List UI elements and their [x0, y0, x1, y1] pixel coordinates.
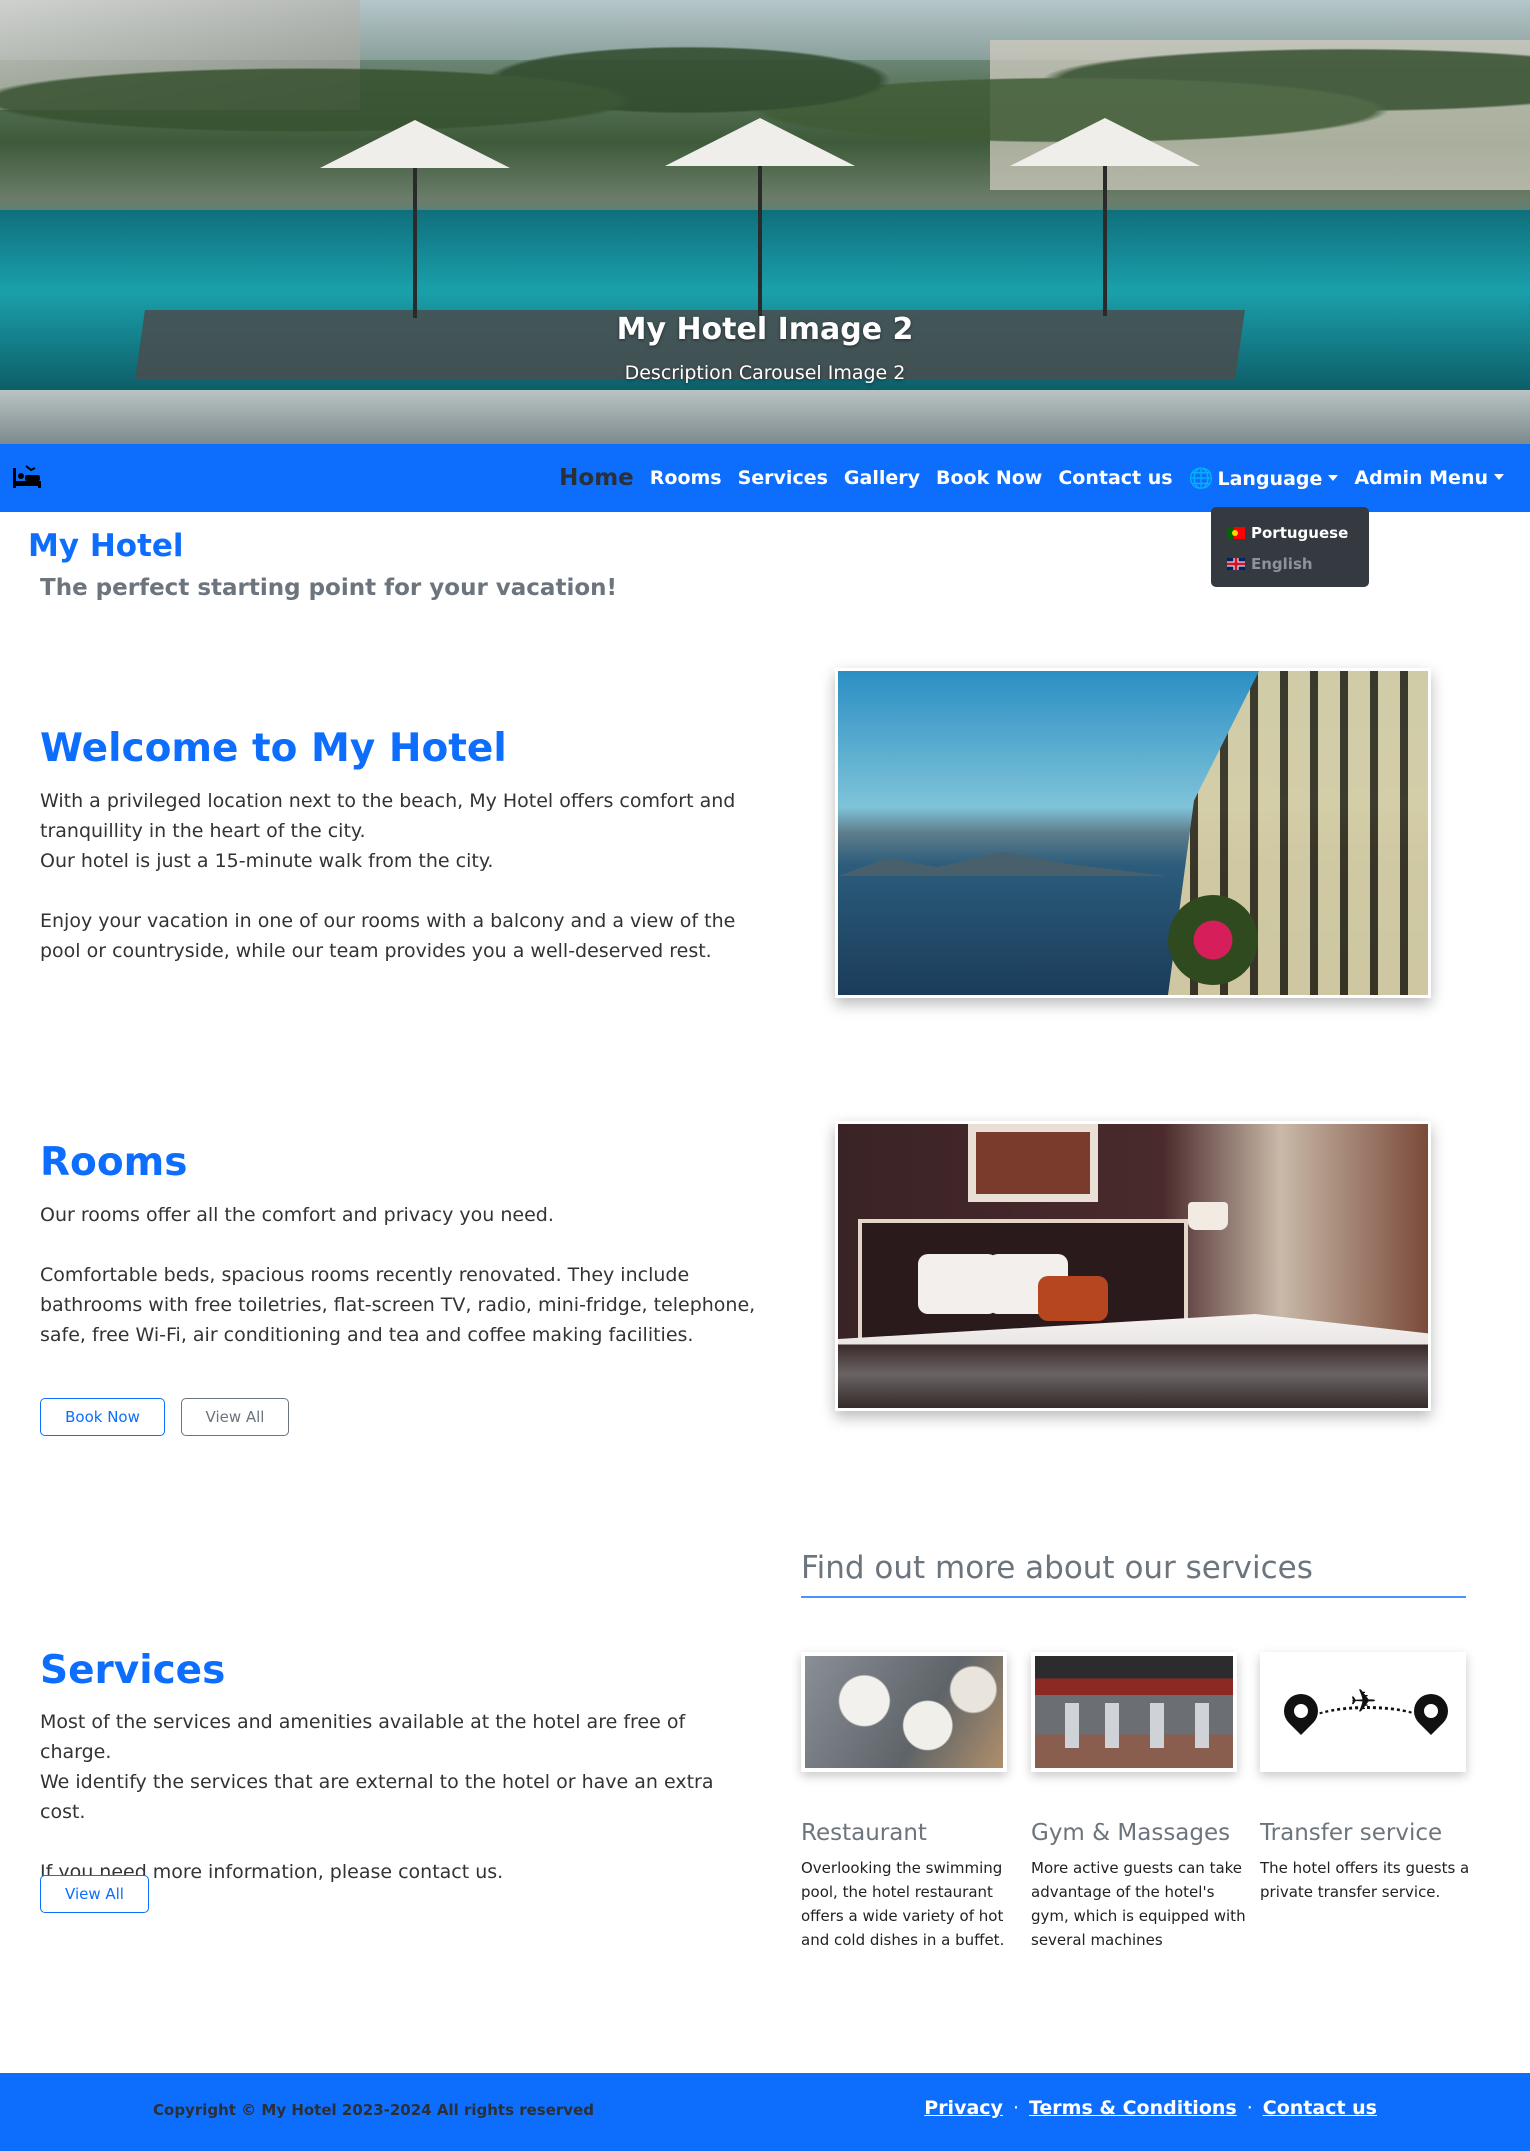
footer-links: Privacy · Terms & Conditions · Contact u… [924, 2097, 1377, 2119]
nav-services[interactable]: Services [738, 467, 828, 489]
hotel-bed-icon[interactable] [12, 464, 42, 490]
page-footer: Copyright © My Hotel 2023-2024 All right… [0, 2073, 1530, 2151]
language-dropdown-toggle[interactable]: 🌐 Language [1189, 466, 1339, 490]
nav-menu: Home Rooms Services Gallery Book Now Con… [551, 444, 1512, 512]
umbrella-icon [665, 118, 855, 316]
rooms-image-pillow [918, 1254, 998, 1314]
language-option-label: English [1251, 554, 1313, 573]
airplane-icon: ✈ [1350, 1682, 1377, 1720]
rooms-text: Our rooms offer all the comfort and priv… [40, 1204, 756, 1346]
nav-gallery[interactable]: Gallery [844, 467, 920, 489]
footer-link-terms[interactable]: Terms & Conditions [1029, 2097, 1237, 2119]
admin-menu-toggle[interactable]: Admin Menu [1354, 467, 1504, 489]
nav-contact-us[interactable]: Contact us [1058, 467, 1172, 489]
service-card-text: More active guests can take advantage of… [1031, 1859, 1246, 1949]
flag-uk-icon [1227, 557, 1245, 570]
hero-carousel[interactable]: My Hotel Image 2 Description Carousel Im… [0, 0, 1530, 444]
services-view-all-button[interactable]: View All [40, 1875, 149, 1913]
services-title: Services [40, 1648, 226, 1693]
carousel-title: My Hotel Image 2 [616, 312, 914, 347]
gym-machine [1195, 1703, 1209, 1748]
welcome-image-flowers [1168, 895, 1258, 985]
rooms-image [835, 1121, 1431, 1411]
welcome-title: Welcome to My Hotel [40, 726, 507, 771]
nav-book-now[interactable]: Book Now [936, 467, 1042, 489]
globe-icon: 🌐 [1188, 466, 1214, 490]
service-card-title: Gym & Massages [1031, 1820, 1231, 1846]
gym-machine [1150, 1703, 1164, 1748]
footer-link-contact[interactable]: Contact us [1263, 2097, 1377, 2119]
gym-image[interactable] [1031, 1652, 1237, 1772]
service-card-title: Restaurant [801, 1820, 927, 1846]
service-card-text: The hotel offers its guests a private tr… [1260, 1859, 1470, 1901]
welcome-image [835, 668, 1431, 998]
language-label: Language [1217, 468, 1323, 490]
services-divider [801, 1596, 1466, 1598]
carousel-description: Description Carousel Image 2 [624, 362, 906, 384]
restaurant-image[interactable] [801, 1652, 1007, 1772]
copyright-text: Copyright © My Hotel 2023-2024 All right… [153, 2101, 594, 2119]
rooms-title: Rooms [40, 1140, 188, 1185]
rooms-image-frame [968, 1124, 1098, 1202]
main-navbar: Home Rooms Services Gallery Book Now Con… [0, 444, 1530, 512]
page-tagline: The perfect starting point for your vaca… [40, 575, 617, 601]
service-card-title: Transfer service [1260, 1820, 1443, 1846]
admin-menu-label: Admin Menu [1354, 467, 1488, 489]
nav-home[interactable]: Home [559, 465, 634, 491]
footer-link-privacy[interactable]: Privacy [924, 2097, 1003, 2119]
services-more-heading: Find out more about our services [801, 1550, 1313, 1586]
service-card-text: Overlooking the swimming pool, the hotel… [801, 1859, 1005, 1949]
rooms-view-all-button[interactable]: View All [181, 1398, 289, 1436]
umbrella-icon [320, 120, 510, 318]
language-option-portuguese[interactable]: Portuguese [1227, 517, 1353, 548]
flag-portugal-icon [1227, 526, 1245, 539]
rooms-image-pillow [1038, 1276, 1108, 1321]
language-option-english[interactable]: English [1227, 548, 1353, 579]
language-option-label: Portuguese [1251, 523, 1349, 542]
rooms-image-lamp [1188, 1202, 1228, 1230]
transfer-image[interactable]: ✈ [1260, 1652, 1466, 1772]
gym-machine [1105, 1703, 1119, 1748]
welcome-text: With a privileged location next to the b… [40, 790, 736, 962]
umbrella-icon [1010, 118, 1200, 316]
gym-machine [1065, 1703, 1079, 1748]
rooms-book-now-button[interactable]: Book Now [40, 1398, 165, 1436]
footer-separator: · [1246, 2097, 1253, 2119]
hero-pool-edge [0, 390, 1530, 444]
nav-rooms[interactable]: Rooms [650, 467, 722, 489]
footer-separator: · [1012, 2097, 1019, 2119]
language-dropdown-menu: Portuguese English [1211, 507, 1369, 587]
welcome-image-hills [838, 852, 1168, 876]
page-title: My Hotel [28, 528, 184, 564]
services-text: Most of the services and amenities avail… [40, 1711, 714, 1883]
